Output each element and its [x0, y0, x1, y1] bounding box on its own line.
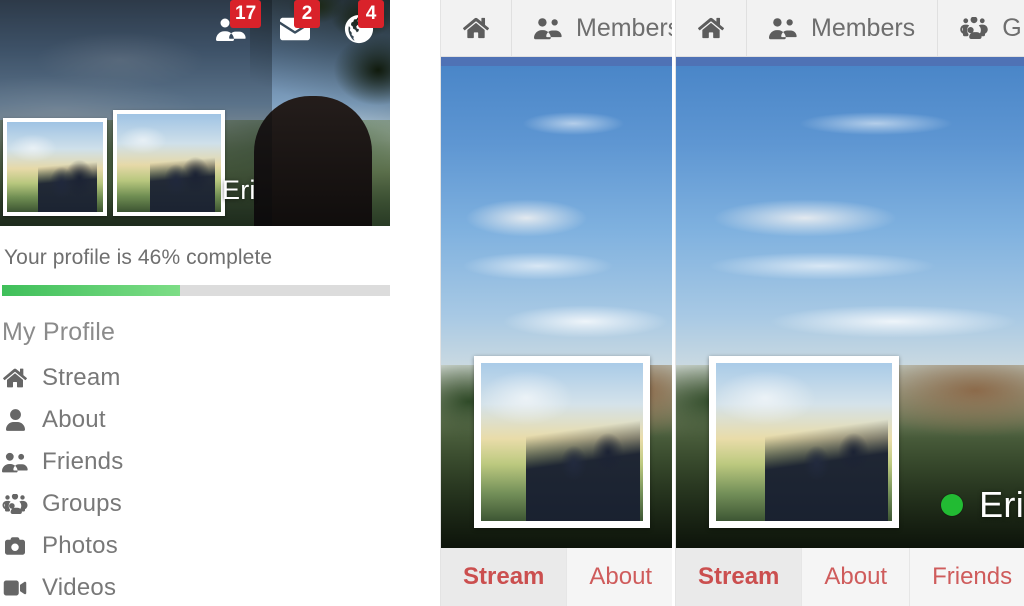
video-icon	[2, 576, 28, 600]
cloud-shape	[745, 302, 1024, 341]
tab-friends[interactable]: Friends	[910, 548, 1024, 606]
cloud-shape	[682, 249, 962, 283]
camera-icon	[2, 534, 28, 558]
notification-icons: 17 2 4	[216, 0, 384, 44]
sidebar-item-label: Videos	[42, 574, 117, 601]
tab-stream[interactable]: Stream	[441, 548, 568, 606]
sidebar-item-photos[interactable]: Photos	[0, 525, 390, 567]
navbar-item-home[interactable]	[441, 0, 512, 56]
tab-about[interactable]: About	[802, 548, 911, 606]
friends-icon	[769, 16, 797, 40]
sidebar-item-label: Photos	[42, 532, 118, 559]
home-icon	[698, 16, 724, 40]
messages-notification[interactable]: 2	[280, 0, 320, 44]
avatar-photo	[481, 363, 643, 521]
right-navbar: Members G	[676, 0, 1024, 57]
alerts-notification-count: 4	[358, 0, 384, 28]
navbar-item-label: Members	[811, 13, 916, 42]
sidebar-item-label: Groups	[42, 490, 122, 517]
sidebar-item-videos[interactable]: Videos	[0, 567, 390, 606]
left-cover-photo: Eri 17 2 4	[0, 0, 390, 226]
user-icon	[2, 408, 28, 432]
friends-notification[interactable]: 17	[216, 0, 262, 44]
groups-icon	[960, 17, 988, 39]
right-cover-photo: Eri	[676, 66, 1024, 548]
messages-notification-count: 2	[294, 0, 320, 28]
alerts-notification[interactable]: 4	[344, 0, 384, 44]
profile-avatar[interactable]	[474, 356, 650, 528]
profile-display-name: Eri	[979, 484, 1024, 525]
middle-profile-panel: Members Stream About	[440, 0, 672, 606]
avatar-thumbnail-back[interactable]	[3, 118, 107, 216]
sidebar-item-label: Friends	[42, 448, 124, 475]
navbar-item-label: Members	[576, 13, 672, 42]
navbar-item-groups[interactable]: G	[938, 0, 1024, 56]
profile-display-name: Eri	[222, 175, 256, 205]
sidebar-item-groups[interactable]: Groups	[0, 483, 390, 525]
home-icon	[463, 16, 489, 40]
cloud-shape	[445, 249, 631, 283]
friends-notification-count: 17	[230, 0, 262, 28]
sidebar-item-stream[interactable]: Stream	[0, 357, 390, 399]
profile-sidebar-nav: My Profile Stream About Friends Groups P…	[0, 296, 390, 606]
middle-accent-strip	[441, 57, 672, 66]
navbar-item-members[interactable]: Members	[512, 0, 672, 56]
sidebar-item-friends[interactable]: Friends	[0, 441, 390, 483]
profile-completion: Your profile is 46% complete	[0, 226, 390, 296]
sidebar-item-label: Stream	[42, 364, 121, 391]
sidebar-item-label: About	[42, 406, 106, 433]
right-accent-strip	[676, 57, 1024, 66]
cloud-shape	[454, 196, 599, 240]
avatar-photo	[716, 363, 892, 521]
profile-completion-text: Your profile is 46% complete	[4, 246, 273, 269]
avatar-thumbnail-front[interactable]	[113, 110, 225, 216]
sidebar-title: My Profile	[2, 318, 116, 346]
navbar-item-members[interactable]: Members	[747, 0, 939, 56]
sidebar-item-about[interactable]: About	[0, 399, 390, 441]
middle-cover-photo	[441, 66, 672, 548]
status-badge	[941, 494, 964, 516]
tab-about[interactable]: About	[567, 548, 672, 606]
navbar-item-home[interactable]	[676, 0, 747, 56]
home-icon	[2, 366, 28, 390]
profile-completion-fill	[2, 285, 181, 296]
navbar-item-label: G	[1002, 13, 1022, 42]
groups-icon	[2, 492, 28, 516]
cloud-shape	[696, 196, 913, 240]
left-profile-panel: Eri 17 2 4 Your profile is 46% complete …	[0, 0, 390, 606]
friends-icon	[534, 16, 562, 40]
avatar-photo	[7, 122, 103, 212]
avatar-photo	[117, 114, 221, 212]
screenshot-root: Eri 17 2 4 Your profile is 46% complete …	[0, 0, 1024, 606]
middle-navbar: Members	[441, 0, 672, 57]
right-tabs: Stream About Friends	[676, 548, 1024, 606]
middle-tabs: Stream About	[441, 548, 672, 606]
friends-icon	[2, 450, 28, 474]
profile-name-row: Eri	[941, 484, 1024, 526]
profile-avatar[interactable]	[709, 356, 899, 528]
tab-stream[interactable]: Stream	[676, 548, 803, 606]
right-profile-panel: Members G Eri Stream About Friends	[675, 0, 1024, 606]
profile-completion-bar	[2, 285, 390, 296]
cloud-shape	[487, 302, 672, 341]
